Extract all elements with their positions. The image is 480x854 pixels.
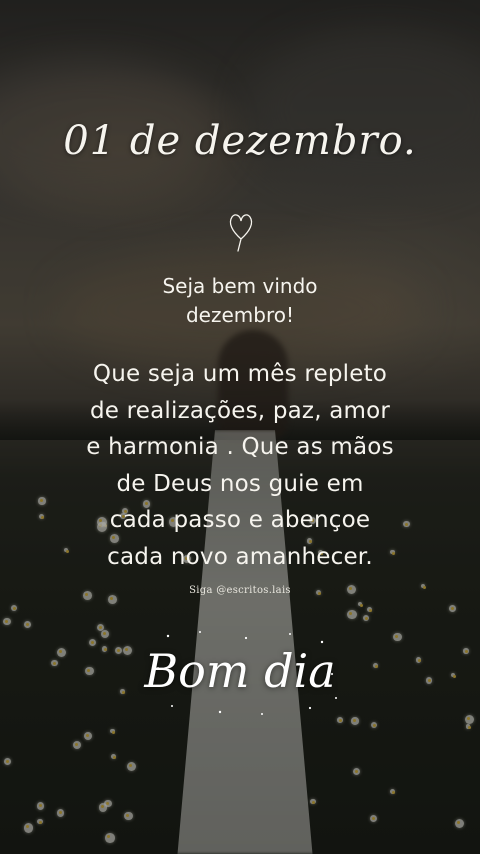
message-line: cada novo amanhecer. [107, 543, 373, 570]
message-line: e harmonia . Que as mãos [86, 434, 394, 460]
heart-icon [229, 214, 253, 252]
message-line: de realizações, paz, amor [89, 397, 391, 424]
message-line: de Deus nos guie em [116, 470, 364, 497]
message-text: Que seja um mês repleto de realizações, … [0, 356, 480, 575]
date-title: 01 de dezembro. [63, 118, 417, 164]
greeting-title: Bom dia [144, 644, 336, 698]
message-line: cada passo e abençoe [109, 507, 371, 533]
welcome-line: dezembro! [185, 303, 295, 327]
message-line: Que seja um mês repleto [92, 361, 388, 387]
welcome-text: Seja bem vindo dezembro! [0, 272, 480, 330]
story-image: 01 de dezembro. Seja bem vindo dezembro!… [0, 0, 480, 854]
follow-credit: Siga @escritos.lais [189, 585, 291, 596]
welcome-line: Seja bem vindo [162, 274, 318, 298]
